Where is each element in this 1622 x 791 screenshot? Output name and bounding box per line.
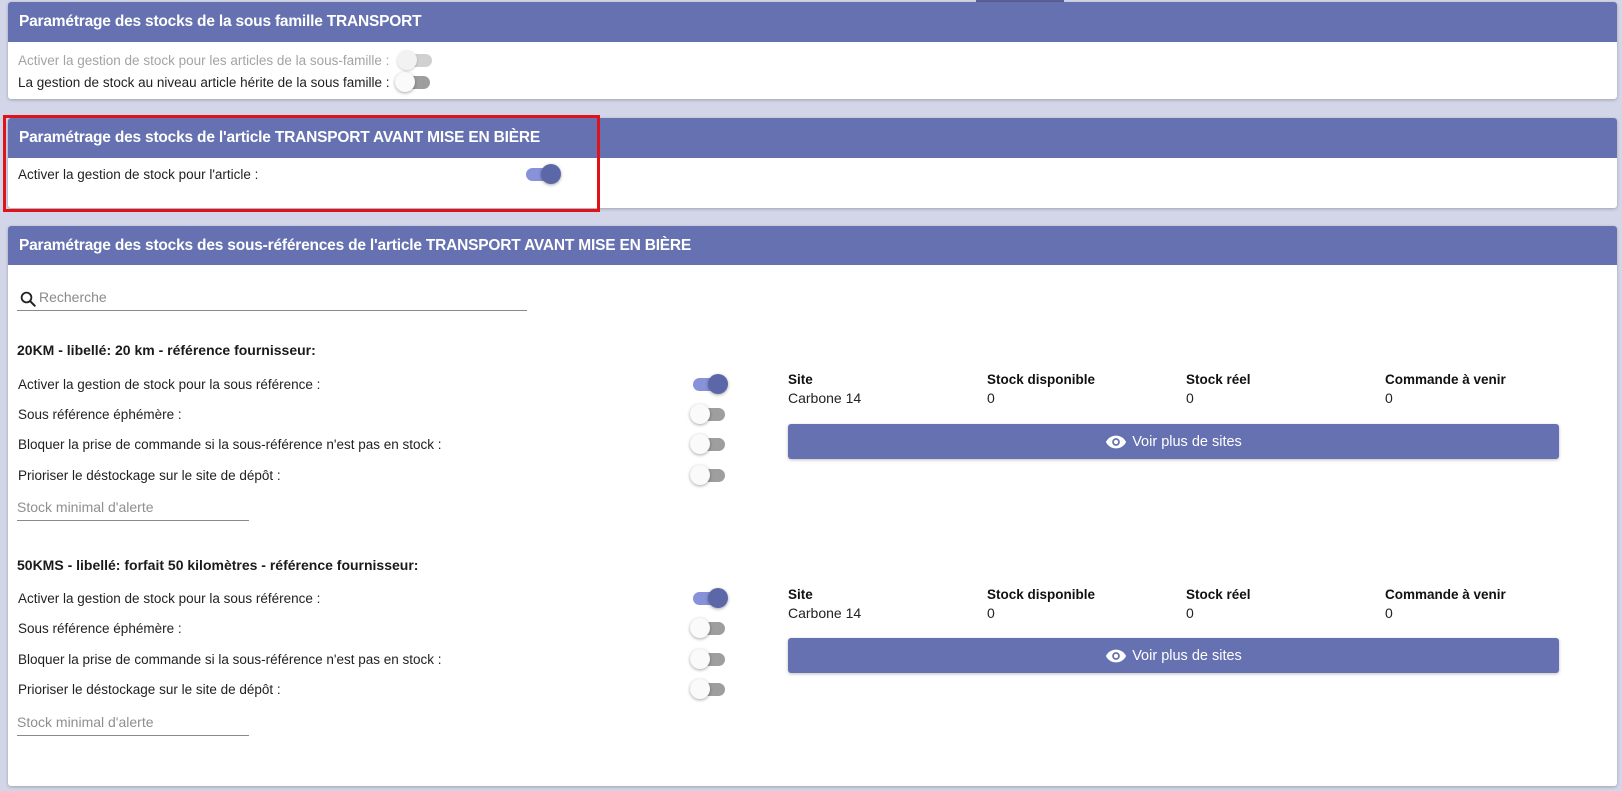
article-stock-header: Paramétrage des stocks de l'article TRAN… <box>8 118 1617 158</box>
search-icon <box>20 291 36 307</box>
more-sites-label: Voir plus de sites <box>1132 647 1242 664</box>
subref-ephemeral-label: Sous référence éphémère : <box>18 406 182 422</box>
subref-stock-header: Paramétrage des stocks des sous-référenc… <box>8 226 1617 265</box>
min-stock-alert-input[interactable] <box>17 499 249 515</box>
more-sites-button[interactable]: Voir plus de sites <box>788 424 1559 459</box>
eye-icon <box>1105 434 1127 450</box>
family-stock-header: Paramétrage des stocks de la sous famill… <box>8 2 1617 42</box>
subref-activate-toggle[interactable] <box>690 587 728 609</box>
family-inherit-toggle[interactable] <box>395 71 433 93</box>
subref-activate-toggle[interactable] <box>690 373 728 395</box>
subref-prioritize-label: Prioriser le déstockage sur le site de d… <box>18 681 281 697</box>
subref-activate-label: Activer la gestion de stock pour la sous… <box>18 590 321 606</box>
min-stock-alert-field[interactable] <box>17 499 249 521</box>
col-header-available-stock: Stock disponible <box>987 372 1096 387</box>
subref-stock-title: Paramétrage des stocks des sous-référenc… <box>19 236 692 254</box>
family-activate-row: Activer la gestion de stock pour les art… <box>18 50 389 70</box>
col-header-real-stock: Stock réel <box>1186 587 1251 602</box>
family-inherit-label: La gestion de stock au niveau article hé… <box>18 74 390 90</box>
col-header-upcoming-order: Commande à venir <box>1385 372 1506 387</box>
subref-title: 50KMS - libellé: forfait 50 kilomètres -… <box>17 557 419 573</box>
upcoming-order-cell: 0 <box>1385 390 1393 406</box>
family-activate-label: Activer la gestion de stock pour les art… <box>18 52 390 68</box>
subref-prioritize-toggle[interactable] <box>690 678 728 700</box>
subref-activate-row: Activer la gestion de stock pour la sous… <box>18 588 320 608</box>
family-activate-toggle[interactable] <box>397 49 435 71</box>
article-activate-toggle[interactable] <box>523 163 561 185</box>
available-stock-cell: 0 <box>987 605 995 621</box>
search-field[interactable] <box>17 283 527 311</box>
min-stock-alert-field[interactable] <box>17 714 249 736</box>
subref-prioritize-row: Prioriser le déstockage sur le site de d… <box>18 465 281 485</box>
col-header-site: Site <box>788 372 813 387</box>
family-stock-title: Paramétrage des stocks de la sous famill… <box>19 13 422 30</box>
family-inherit-row: La gestion de stock au niveau article hé… <box>18 72 389 92</box>
subref-ephemeral-toggle[interactable] <box>690 617 728 639</box>
subref-ephemeral-row: Sous référence éphémère : <box>18 618 182 638</box>
subref-activate-row: Activer la gestion de stock pour la sous… <box>18 374 320 394</box>
available-stock-cell: 0 <box>987 390 995 406</box>
article-activate-row: Activer la gestion de stock pour l'artic… <box>18 164 258 184</box>
col-header-real-stock: Stock réel <box>1186 372 1251 387</box>
subref-prioritize-row: Prioriser le déstockage sur le site de d… <box>18 679 281 699</box>
col-header-available-stock: Stock disponible <box>987 587 1096 602</box>
subref-ephemeral-label: Sous référence éphémère : <box>18 620 182 636</box>
site-cell: Carbone 14 <box>788 605 862 621</box>
subref-block-label: Bloquer la prise de commande si la sous-… <box>18 651 442 667</box>
more-sites-label: Voir plus de sites <box>1132 433 1242 450</box>
subref-prioritize-toggle[interactable] <box>690 464 728 486</box>
article-stock-card: Paramétrage des stocks de l'article TRAN… <box>8 118 1617 208</box>
subref-block-row: Bloquer la prise de commande si la sous-… <box>18 434 442 454</box>
subref-ephemeral-toggle[interactable] <box>690 403 728 425</box>
subref-title: 20KM - libellé: 20 km - référence fourni… <box>17 342 316 358</box>
article-activate-label: Activer la gestion de stock pour l'artic… <box>18 166 259 182</box>
min-stock-alert-input[interactable] <box>17 714 249 730</box>
subref-ephemeral-row: Sous référence éphémère : <box>18 404 182 424</box>
subref-activate-label: Activer la gestion de stock pour la sous… <box>18 376 321 392</box>
subref-block-row: Bloquer la prise de commande si la sous-… <box>18 649 442 669</box>
subref-block-toggle[interactable] <box>690 648 728 670</box>
real-stock-cell: 0 <box>1186 390 1194 406</box>
search-input[interactable] <box>39 288 519 305</box>
subref-prioritize-label: Prioriser le déstockage sur le site de d… <box>18 467 281 483</box>
subref-stock-card: Paramétrage des stocks des sous-référenc… <box>8 226 1617 786</box>
article-stock-title: Paramétrage des stocks de l'article TRAN… <box>19 129 540 146</box>
real-stock-cell: 0 <box>1186 605 1194 621</box>
col-header-site: Site <box>788 587 813 602</box>
site-cell: Carbone 14 <box>788 390 862 406</box>
upcoming-order-cell: 0 <box>1385 605 1393 621</box>
subref-block-toggle[interactable] <box>690 433 728 455</box>
more-sites-button[interactable]: Voir plus de sites <box>788 638 1559 673</box>
eye-icon <box>1105 648 1127 664</box>
family-stock-card: Paramétrage des stocks de la sous famill… <box>8 2 1617 99</box>
subref-block-label: Bloquer la prise de commande si la sous-… <box>18 436 442 452</box>
col-header-upcoming-order: Commande à venir <box>1385 587 1506 602</box>
